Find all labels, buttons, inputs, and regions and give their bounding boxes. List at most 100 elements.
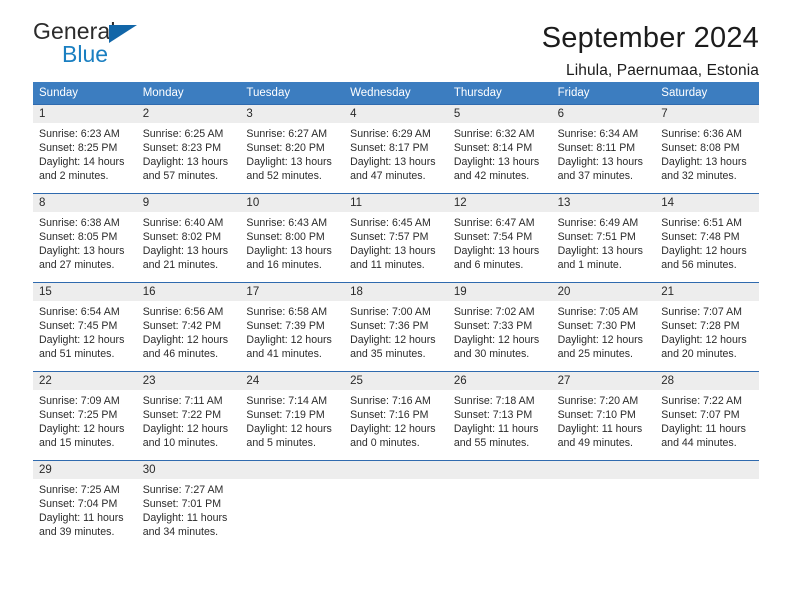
daylight-line2: and 42 minutes. — [453, 170, 530, 183]
day-details: Sunrise: 7:18 AM Sunset: 7:13 PM Dayligh… — [448, 390, 552, 450]
day-cell[interactable]: 17 Sunrise: 6:58 AM Sunset: 7:39 PM Dayl… — [240, 283, 345, 371]
sunrise-text: Sunrise: 7:07 AM — [661, 306, 742, 318]
day-cell[interactable]: 1 Sunrise: 6:23 AM Sunset: 8:25 PM Dayli… — [33, 105, 137, 193]
generalblue-logo[interactable]: General Blue — [33, 20, 163, 70]
day-details: Sunrise: 7:09 AM Sunset: 7:25 PM Dayligh… — [33, 390, 137, 450]
sunrise-text: Sunrise: 7:14 AM — [246, 395, 328, 407]
calendar-page: General Blue September 2024 Lihula, Paer… — [0, 0, 792, 612]
sunrise-text: Sunrise: 6:29 AM — [350, 128, 431, 140]
day-details: Sunrise: 7:07 AM Sunset: 7:28 PM Dayligh… — [655, 301, 759, 361]
day-number: 24 — [240, 372, 345, 390]
day-cell[interactable]: 13 Sunrise: 6:49 AM Sunset: 7:51 PM Dayl… — [551, 194, 656, 282]
sunrise-text: Sunrise: 6:54 AM — [39, 306, 120, 318]
sunrise-text: Sunrise: 7:11 AM — [142, 395, 223, 407]
day-number: 20 — [551, 283, 656, 301]
sunset-text: Sunset: 7:33 PM — [453, 320, 533, 333]
daylight-line2: and 41 minutes. — [246, 348, 322, 361]
day-cell[interactable]: 6 Sunrise: 6:34 AM Sunset: 8:11 PM Dayli… — [551, 105, 656, 193]
day-number: 10 — [240, 194, 345, 212]
daylight-line2: and 10 minutes. — [142, 437, 219, 450]
daylight-line1: Daylight: 13 hours — [661, 156, 747, 169]
day-cell[interactable]: 22 Sunrise: 7:09 AM Sunset: 7:25 PM Dayl… — [33, 372, 137, 460]
sunrise-text: Sunrise: 7:09 AM — [39, 395, 120, 407]
day-cell[interactable]: 27 Sunrise: 7:20 AM Sunset: 7:10 PM Dayl… — [551, 372, 656, 460]
sunset-text: Sunset: 7:07 PM — [661, 409, 740, 422]
daylight-line2: and 49 minutes. — [557, 437, 633, 450]
sunset-text: Sunset: 7:57 PM — [350, 231, 429, 244]
day-cell[interactable]: 4 Sunrise: 6:29 AM Sunset: 8:17 PM Dayli… — [344, 105, 448, 193]
day-cell-empty — [655, 461, 759, 552]
day-details: Sunrise: 7:25 AM Sunset: 7:04 PM Dayligh… — [33, 479, 137, 539]
day-details: Sunrise: 6:29 AM Sunset: 8:17 PM Dayligh… — [344, 123, 448, 183]
day-cell[interactable]: 24 Sunrise: 7:14 AM Sunset: 7:19 PM Dayl… — [240, 372, 345, 460]
day-details: Sunrise: 7:22 AM Sunset: 7:07 PM Dayligh… — [655, 390, 759, 450]
day-cell[interactable]: 21 Sunrise: 7:07 AM Sunset: 7:28 PM Dayl… — [655, 283, 759, 371]
weekday-saturday: Saturday — [661, 87, 708, 99]
weekday-friday: Friday — [557, 87, 590, 99]
daylight-line1: Daylight: 12 hours — [246, 423, 332, 436]
day-number: 12 — [447, 194, 552, 212]
day-details: Sunrise: 6:23 AM Sunset: 8:25 PM Dayligh… — [33, 123, 137, 183]
sunrise-text: Sunrise: 6:58 AM — [246, 306, 328, 318]
day-cell[interactable]: 18 Sunrise: 7:00 AM Sunset: 7:36 PM Dayl… — [344, 283, 448, 371]
daylight-line2: and 46 minutes. — [142, 348, 219, 361]
day-number — [344, 461, 448, 479]
day-details: Sunrise: 6:49 AM Sunset: 7:51 PM Dayligh… — [552, 212, 656, 272]
daylight-line1: Daylight: 13 hours — [557, 245, 643, 258]
daylight-line1: Daylight: 11 hours — [39, 512, 124, 525]
daylight-line2: and 44 minutes. — [661, 437, 737, 450]
week-row: 1 Sunrise: 6:23 AM Sunset: 8:25 PM Dayli… — [33, 104, 759, 193]
daylight-line2: and 6 minutes. — [453, 259, 524, 272]
day-cell[interactable]: 12 Sunrise: 6:47 AM Sunset: 7:54 PM Dayl… — [447, 194, 552, 282]
daylight-line1: Daylight: 13 hours — [246, 245, 332, 258]
day-cell[interactable]: 14 Sunrise: 6:51 AM Sunset: 7:48 PM Dayl… — [655, 194, 759, 282]
day-cell[interactable]: 28 Sunrise: 7:22 AM Sunset: 7:07 PM Dayl… — [655, 372, 759, 460]
day-cell[interactable]: 15 Sunrise: 6:54 AM Sunset: 7:45 PM Dayl… — [33, 283, 137, 371]
day-details: Sunrise: 7:02 AM Sunset: 7:33 PM Dayligh… — [448, 301, 552, 361]
week-row: 22 Sunrise: 7:09 AM Sunset: 7:25 PM Dayl… — [33, 371, 759, 460]
day-number: 29 — [33, 461, 137, 479]
day-cell[interactable]: 11 Sunrise: 6:45 AM Sunset: 7:57 PM Dayl… — [344, 194, 448, 282]
day-cell[interactable]: 25 Sunrise: 7:16 AM Sunset: 7:16 PM Dayl… — [344, 372, 448, 460]
sunset-text: Sunset: 8:00 PM — [246, 231, 325, 244]
sunset-text: Sunset: 7:25 PM — [39, 409, 118, 422]
day-number: 28 — [655, 372, 759, 390]
day-cell[interactable]: 26 Sunrise: 7:18 AM Sunset: 7:13 PM Dayl… — [447, 372, 552, 460]
daylight-line1: Daylight: 13 hours — [142, 156, 229, 169]
sunset-text: Sunset: 7:13 PM — [453, 409, 533, 422]
day-cell[interactable]: 10 Sunrise: 6:43 AM Sunset: 8:00 PM Dayl… — [240, 194, 345, 282]
day-details: Sunrise: 6:32 AM Sunset: 8:14 PM Dayligh… — [448, 123, 552, 183]
day-cell[interactable]: 20 Sunrise: 7:05 AM Sunset: 7:30 PM Dayl… — [551, 283, 656, 371]
daylight-line1: Daylight: 12 hours — [142, 334, 229, 347]
day-cell[interactable]: 16 Sunrise: 6:56 AM Sunset: 7:42 PM Dayl… — [136, 283, 241, 371]
daylight-line2: and 56 minutes. — [661, 259, 737, 272]
day-cell-empty — [344, 461, 448, 552]
day-details: Sunrise: 6:34 AM Sunset: 8:11 PM Dayligh… — [552, 123, 656, 183]
day-details: Sunrise: 7:00 AM Sunset: 7:36 PM Dayligh… — [344, 301, 448, 361]
sunrise-text: Sunrise: 7:27 AM — [142, 484, 224, 496]
sunset-text: Sunset: 7:30 PM — [557, 320, 636, 333]
daylight-line1: Daylight: 13 hours — [39, 245, 125, 258]
day-cell[interactable]: 9 Sunrise: 6:40 AM Sunset: 8:02 PM Dayli… — [136, 194, 241, 282]
day-cell[interactable]: 2 Sunrise: 6:25 AM Sunset: 8:23 PM Dayli… — [136, 105, 241, 193]
day-cell[interactable]: 30 Sunrise: 7:27 AM Sunset: 7:01 PM Dayl… — [136, 461, 241, 552]
daylight-line2: and 52 minutes. — [246, 170, 322, 183]
sunset-text: Sunset: 7:45 PM — [39, 320, 118, 333]
day-number: 27 — [551, 372, 656, 390]
day-cell[interactable]: 7 Sunrise: 6:36 AM Sunset: 8:08 PM Dayli… — [655, 105, 759, 193]
sunset-text: Sunset: 7:10 PM — [557, 409, 636, 422]
sunset-text: Sunset: 7:54 PM — [453, 231, 533, 244]
day-cell[interactable]: 8 Sunrise: 6:38 AM Sunset: 8:05 PM Dayli… — [33, 194, 137, 282]
day-number — [240, 461, 345, 479]
day-details: Sunrise: 7:05 AM Sunset: 7:30 PM Dayligh… — [552, 301, 656, 361]
day-details: Sunrise: 7:16 AM Sunset: 7:16 PM Dayligh… — [344, 390, 448, 450]
sunset-text: Sunset: 8:23 PM — [142, 142, 222, 155]
day-details: Sunrise: 6:47 AM Sunset: 7:54 PM Dayligh… — [448, 212, 552, 272]
day-cell[interactable]: 19 Sunrise: 7:02 AM Sunset: 7:33 PM Dayl… — [447, 283, 552, 371]
daylight-line1: Daylight: 12 hours — [142, 423, 229, 436]
day-cell[interactable]: 29 Sunrise: 7:25 AM Sunset: 7:04 PM Dayl… — [33, 461, 137, 552]
day-cell[interactable]: 3 Sunrise: 6:27 AM Sunset: 8:20 PM Dayli… — [240, 105, 345, 193]
day-cell[interactable]: 23 Sunrise: 7:11 AM Sunset: 7:22 PM Dayl… — [136, 372, 241, 460]
weekday-monday: Monday — [142, 87, 184, 99]
day-cell[interactable]: 5 Sunrise: 6:32 AM Sunset: 8:14 PM Dayli… — [447, 105, 552, 193]
